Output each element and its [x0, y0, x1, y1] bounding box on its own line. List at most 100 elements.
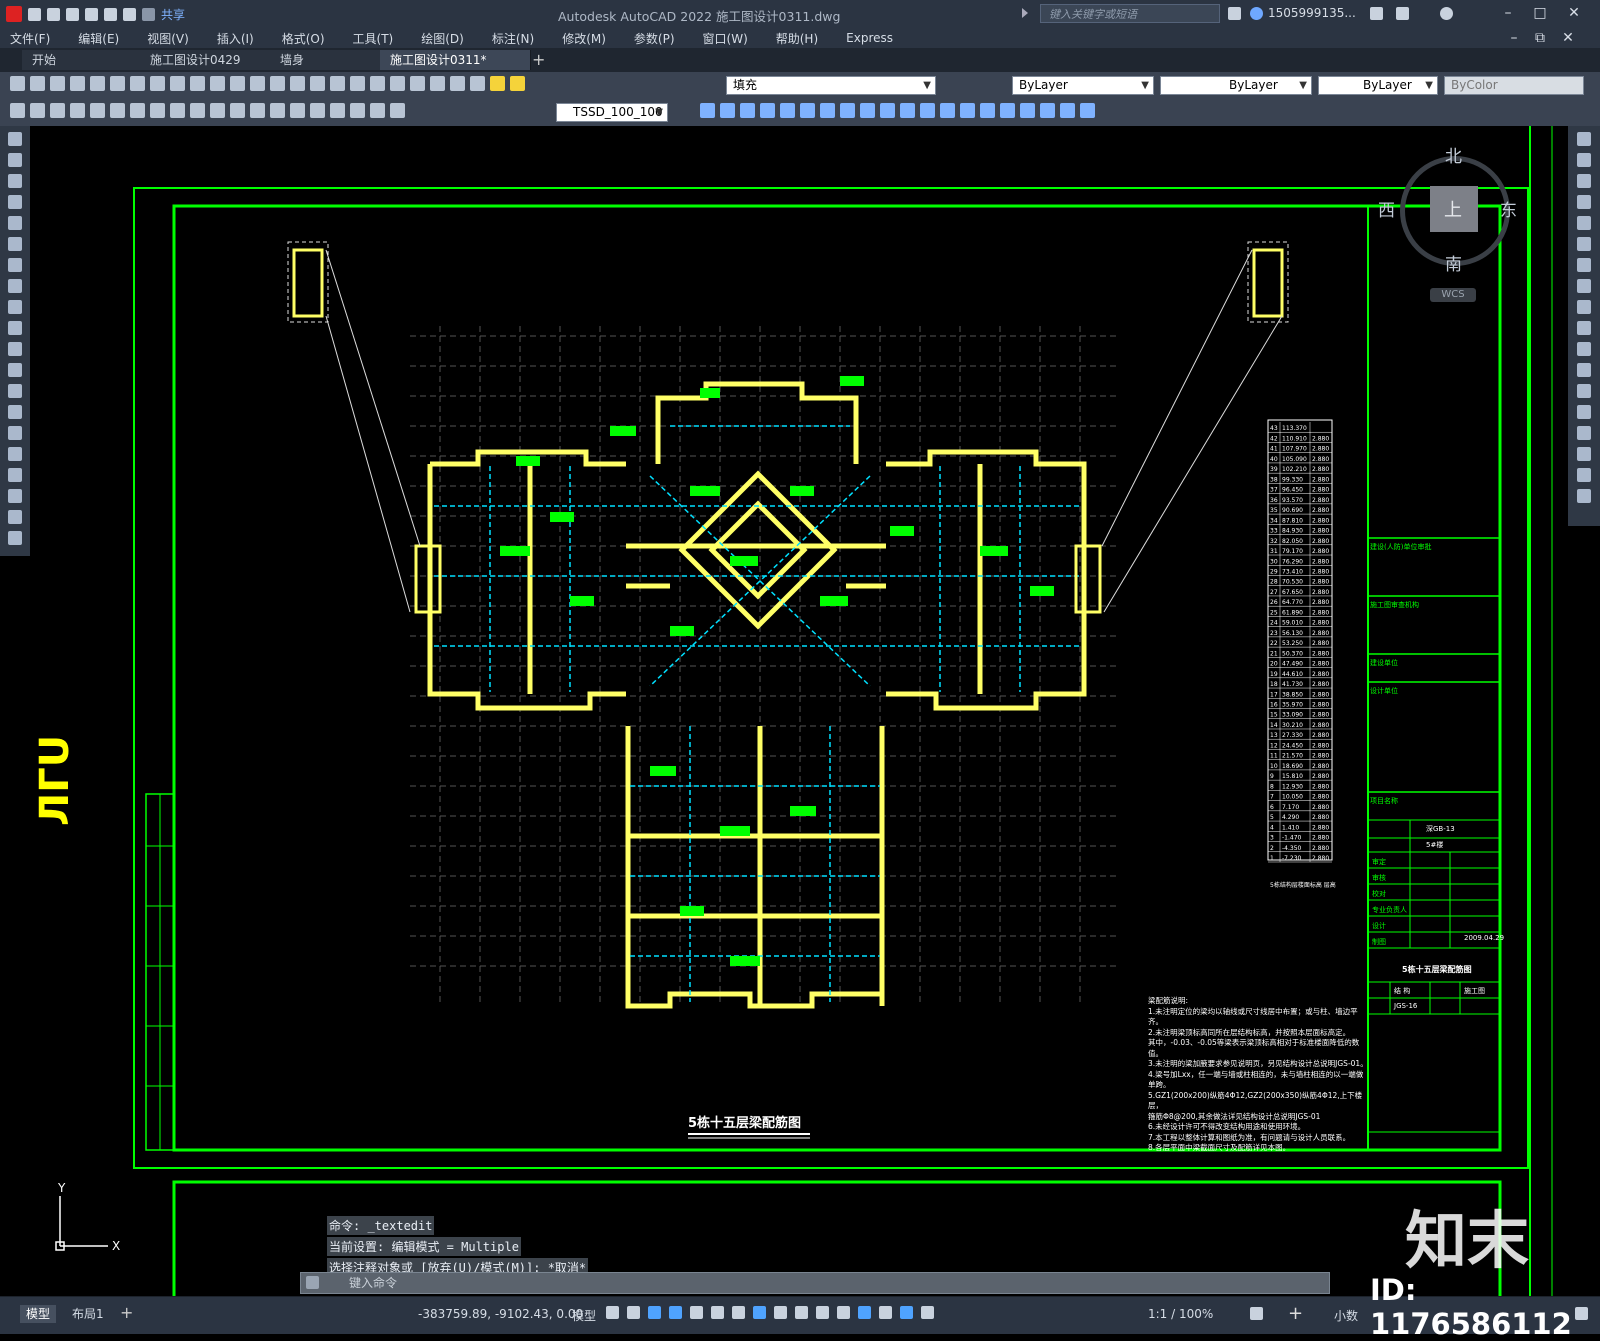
menu-view[interactable]: 视图(V): [137, 30, 199, 47]
tolerance-icon[interactable]: [270, 103, 285, 118]
tssd-tool-17-icon[interactable]: [1020, 103, 1035, 118]
selection-filter-icon[interactable]: [879, 1306, 892, 1319]
menu-edit[interactable]: 编辑(E): [68, 30, 129, 47]
paste-icon[interactable]: [170, 76, 185, 91]
tssd-tool-18-icon[interactable]: [1040, 103, 1055, 118]
mirror-icon[interactable]: [1577, 174, 1591, 188]
gradient-icon[interactable]: [8, 447, 22, 461]
zoom-icon[interactable]: [270, 76, 285, 91]
preview-icon[interactable]: [90, 76, 105, 91]
menu-help[interactable]: 帮助(H): [766, 30, 828, 47]
infer-icon[interactable]: [648, 1306, 661, 1319]
dim-update-icon[interactable]: [390, 103, 405, 118]
user-name[interactable]: 1505999135...: [1268, 6, 1356, 20]
menu-file[interactable]: 文件(F): [0, 30, 60, 47]
circle-icon[interactable]: [8, 258, 22, 272]
tssd-tool-16-icon[interactable]: [1000, 103, 1015, 118]
dim-radius-icon[interactable]: [90, 103, 105, 118]
annotation-monitor-icon[interactable]: +: [1288, 1303, 1303, 1324]
line-icon[interactable]: [8, 132, 22, 146]
markup-icon[interactable]: [410, 76, 425, 91]
print-icon[interactable]: [70, 76, 85, 91]
close-icon[interactable]: ✕: [1564, 4, 1584, 22]
isodraft-icon[interactable]: [711, 1306, 724, 1319]
plotstyle-dropdown[interactable]: ByColor: [1444, 76, 1584, 95]
compass-west[interactable]: 西: [1378, 196, 1395, 221]
revision-cloud-icon[interactable]: [8, 279, 22, 293]
polar-icon[interactable]: [690, 1306, 703, 1319]
mtext-icon[interactable]: [8, 510, 22, 524]
add-selected-icon[interactable]: [8, 531, 22, 545]
sun-icon[interactable]: [510, 76, 525, 91]
maximize-icon[interactable]: □: [1530, 4, 1550, 22]
dim-diameter-icon[interactable]: [130, 103, 145, 118]
linetype-dropdown[interactable]: ByLayer ▼: [1160, 76, 1312, 95]
tssd-tool-20-icon[interactable]: [1080, 103, 1095, 118]
open-icon[interactable]: [30, 76, 45, 91]
design-center-icon[interactable]: [350, 76, 365, 91]
open-file-icon[interactable]: [47, 7, 60, 21]
sheet-set-icon[interactable]: [390, 76, 405, 91]
dim-break-icon[interactable]: [250, 103, 265, 118]
quickcalc-icon[interactable]: [430, 76, 445, 91]
copy-icon[interactable]: [150, 76, 165, 91]
ellipse-icon[interactable]: [8, 321, 22, 335]
new-file-icon[interactable]: [28, 7, 41, 21]
tssd-tool-5-icon[interactable]: [780, 103, 795, 118]
tssd-tool-8-icon[interactable]: [840, 103, 855, 118]
command-customize-icon[interactable]: [306, 1276, 319, 1289]
move-icon[interactable]: [1577, 237, 1591, 251]
dim-baseline-icon[interactable]: [190, 103, 205, 118]
user-icon[interactable]: [1250, 7, 1263, 20]
menu-modify[interactable]: 修改(M): [552, 30, 616, 47]
tssd-tool-6-icon[interactable]: [800, 103, 815, 118]
annotation-visibility-icon[interactable]: [921, 1306, 934, 1319]
autocad-logo-icon[interactable]: [6, 6, 22, 22]
add-layout-button[interactable]: +: [120, 1303, 133, 1322]
scale-icon[interactable]: [1577, 279, 1591, 293]
redo-icon[interactable]: [230, 76, 245, 91]
join-icon[interactable]: [1577, 405, 1591, 419]
tssd-tool-4-icon[interactable]: [760, 103, 775, 118]
dim-angular-icon[interactable]: [150, 103, 165, 118]
snap-icon[interactable]: [627, 1306, 640, 1319]
layer-dropdown[interactable]: 填充 ▼: [726, 76, 936, 95]
zoom-window-icon[interactable]: [290, 76, 305, 91]
tssd-tool-12-icon[interactable]: [920, 103, 935, 118]
publish-icon[interactable]: [110, 76, 125, 91]
menu-insert[interactable]: 插入(I): [207, 30, 264, 47]
array-icon[interactable]: [1577, 216, 1591, 230]
menu-tools[interactable]: 工具(T): [343, 30, 404, 47]
tssd-tool-19-icon[interactable]: [1060, 103, 1075, 118]
tab-wall[interactable]: 墙身: [270, 50, 391, 70]
dim-quick-icon[interactable]: [170, 103, 185, 118]
menu-format[interactable]: 格式(O): [272, 30, 335, 47]
center-mark-icon[interactable]: [290, 103, 305, 118]
gizmo-icon[interactable]: [900, 1306, 913, 1319]
new-tab-button[interactable]: +: [532, 50, 545, 69]
menu-draw[interactable]: 绘图(D): [411, 30, 474, 47]
osnap-icon[interactable]: [753, 1306, 766, 1319]
rectangle-icon[interactable]: [8, 216, 22, 230]
otrack-icon[interactable]: [732, 1306, 745, 1319]
ellipse-arc-icon[interactable]: [8, 342, 22, 356]
polygon-icon[interactable]: [8, 195, 22, 209]
lineweight-icon[interactable]: [774, 1306, 787, 1319]
stretch-icon[interactable]: [1577, 300, 1591, 314]
grid-icon[interactable]: [606, 1306, 619, 1319]
pan-icon[interactable]: [250, 76, 265, 91]
save-icon[interactable]: [50, 76, 65, 91]
region-icon[interactable]: [8, 468, 22, 482]
bulb-icon[interactable]: [490, 76, 505, 91]
drawing-canvas[interactable]: 43 113.370 42 110.910 2.880 41 107.970 2.880 40 1…: [30, 126, 1568, 1296]
help-icon[interactable]: [450, 76, 465, 91]
minimize-icon[interactable]: –: [1498, 4, 1518, 22]
jogged-linear-icon[interactable]: [330, 103, 345, 118]
cart-icon[interactable]: [1370, 7, 1383, 20]
tssd-tool-14-icon[interactable]: [960, 103, 975, 118]
ortho-icon[interactable]: [669, 1306, 682, 1319]
dim-jogged-icon[interactable]: [110, 103, 125, 118]
new-icon[interactable]: [10, 76, 25, 91]
transparency-icon[interactable]: [795, 1306, 808, 1319]
compass-south[interactable]: 南: [1445, 250, 1462, 275]
